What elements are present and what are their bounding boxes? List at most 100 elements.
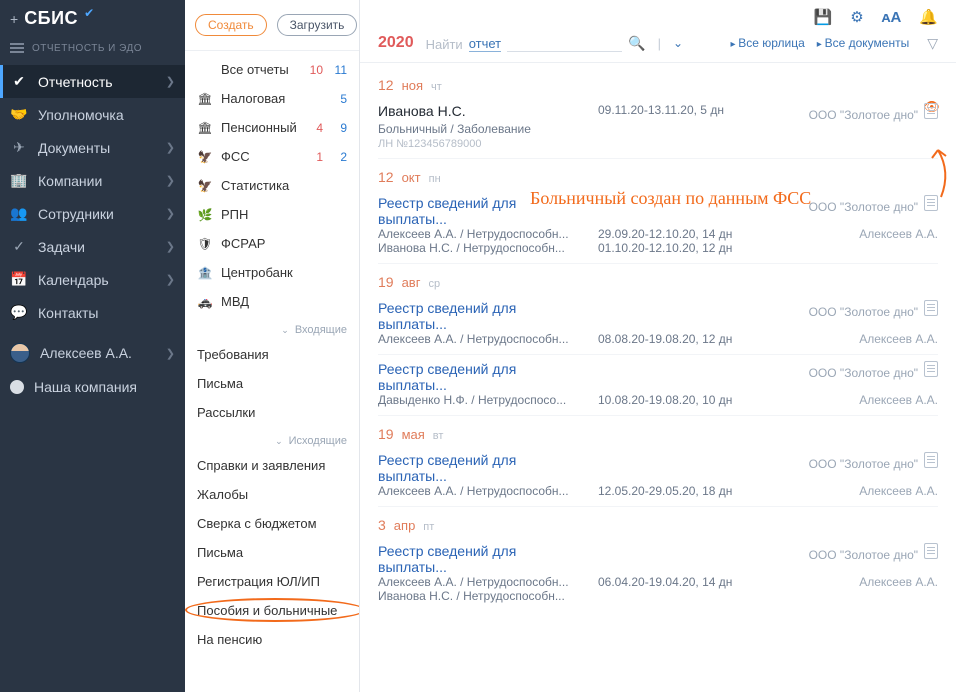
nav-label: Контакты xyxy=(38,305,175,321)
list-item[interactable]: Реестр сведений для выплаты... ООО "Золо… xyxy=(378,537,938,611)
list-item[interactable]: Реестр сведений для выплаты... ООО "Золо… xyxy=(378,355,938,416)
filter-item[interactable]: Все отчеты 10 11 xyxy=(185,55,359,84)
chevron-right-icon: ❯ xyxy=(166,240,175,253)
outbox-item[interactable]: Регистрация ЮЛ/ИП xyxy=(185,567,359,596)
filter-item[interactable]: 🚓 МВД xyxy=(185,287,359,316)
sidebar-item[interactable]: ✓ Задачи ❯ xyxy=(0,230,185,263)
entry-title[interactable]: Реестр сведений для выплаты... xyxy=(378,361,588,393)
inbox-item[interactable]: Рассылки xyxy=(185,398,359,427)
filter-item[interactable]: 🛡 ФСРАР xyxy=(185,229,359,258)
sidebar-item[interactable]: 📅 Календарь ❯ xyxy=(0,263,185,296)
entry-title[interactable]: Реестр сведений для выплаты... xyxy=(378,452,588,484)
nav-icon: ✓ xyxy=(10,238,28,255)
list-item[interactable]: 👁 Иванова Н.С. 09.11.20-13.11.20, 5 дн О… xyxy=(378,97,938,159)
brand-subtitle-row[interactable]: ОТЧЕТНОСТЬ И ЭДО xyxy=(0,37,185,65)
crumb-documents[interactable]: Все документы xyxy=(817,36,909,50)
filter-count-blue: 5 xyxy=(331,92,347,106)
list-item[interactable]: Реестр сведений для выплаты... ООО "Золо… xyxy=(378,189,938,264)
nav-icon: 📅 xyxy=(10,271,28,288)
inbox-item[interactable]: Требования xyxy=(185,340,359,369)
entry-title[interactable]: Реестр сведений для выплаты... xyxy=(378,543,588,575)
filter-icon: 🏛 xyxy=(197,121,213,135)
filter-item[interactable]: 🏛 Налоговая 5 xyxy=(185,84,359,113)
outbox-item[interactable]: Письма xyxy=(185,538,359,567)
year-filter[interactable]: 2020 xyxy=(378,34,414,52)
outbox-item[interactable]: Справки и заявления xyxy=(185,451,359,480)
create-button[interactable]: Создать xyxy=(195,14,267,36)
inbox-item[interactable]: Письма xyxy=(185,369,359,398)
outbox-item[interactable]: Сверка с бюджетом xyxy=(185,509,359,538)
entry-title: Иванова Н.С. xyxy=(378,103,588,119)
filter-icon[interactable]: ▽ xyxy=(927,35,938,52)
font-size-icon[interactable]: ᴀA xyxy=(882,9,902,26)
left-sidebar: + СБИС ✔ ОТЧЕТНОСТЬ И ЭДО ✔ Отчетность ❯… xyxy=(0,0,185,692)
list-item[interactable]: Реестр сведений для выплаты... ООО "Золо… xyxy=(378,446,938,507)
nav-icon: ✔ xyxy=(10,73,28,90)
filter-item[interactable]: 🏛 Пенсионный 4 9 xyxy=(185,113,359,142)
list-item[interactable]: Реестр сведений для выплаты... ООО "Золо… xyxy=(378,294,938,355)
nav-label: Задачи xyxy=(38,239,156,255)
nav-label: Отчетность xyxy=(38,74,156,90)
filter-column: Создать Загрузить Все отчеты 10 11🏛 Нало… xyxy=(185,0,360,692)
sidebar-item[interactable]: ✔ Отчетность ❯ xyxy=(0,65,185,98)
sidebar-item[interactable]: 🤝 Уполномочка xyxy=(0,98,185,131)
entry-title[interactable]: Реестр сведений для выплаты... xyxy=(378,195,588,227)
logo[interactable]: + СБИС ✔ xyxy=(0,0,185,37)
gear-icon[interactable]: ⚙ xyxy=(850,8,863,26)
chevron-right-icon: ❯ xyxy=(166,75,175,88)
filter-item[interactable]: 🌿 РПН xyxy=(185,200,359,229)
filter-label: Центробанк xyxy=(221,265,303,280)
avatar-icon xyxy=(10,343,30,363)
search-label: Найти xyxy=(426,37,463,52)
outbox-item[interactable]: На пенсию xyxy=(185,625,359,654)
notification-icon[interactable]: 🔔 xyxy=(919,8,938,26)
entry-title[interactable]: Реестр сведений для выплаты... xyxy=(378,300,588,332)
entry-period: 09.11.20-13.11.20, 5 дн xyxy=(598,103,778,117)
filter-item[interactable]: 🏦 Центробанк xyxy=(185,258,359,287)
filter-icon: 🏛 xyxy=(197,92,213,106)
save-icon[interactable]: 💾 xyxy=(814,8,833,26)
chevron-right-icon: ❯ xyxy=(166,207,175,220)
sidebar-org[interactable]: Наша компания xyxy=(0,371,185,403)
filter-count-red: 4 xyxy=(311,121,323,135)
filter-item[interactable]: 🦅 Статистика xyxy=(185,171,359,200)
entry-author: Алексеев А.А. xyxy=(859,227,938,241)
entry-org: ООО "Золотое дно" xyxy=(809,200,918,214)
sidebar-item[interactable]: 💬 Контакты xyxy=(0,296,185,329)
chevron-right-icon: ❯ xyxy=(166,141,175,154)
filter-item[interactable]: 🦅 ФСС 1 2 xyxy=(185,142,359,171)
sidebar-item[interactable]: 🏢 Компании ❯ xyxy=(0,164,185,197)
group-incoming[interactable]: ⌄ Входящие xyxy=(185,316,359,340)
nav-icon: ✈ xyxy=(10,139,28,156)
filter-label: ФСРАР xyxy=(221,236,303,251)
date-header: 19 мая вт xyxy=(378,426,938,442)
outbox-item[interactable]: Жалобы xyxy=(185,480,359,509)
group-outgoing[interactable]: ⌄ Исходящие xyxy=(185,427,359,451)
filter-icon: 🏦 xyxy=(197,266,213,280)
filter-label: РПН xyxy=(221,207,303,222)
filter-count-red: 10 xyxy=(310,63,323,77)
entry-code: ЛН №123456789000 xyxy=(378,138,938,150)
sidebar-user[interactable]: Алексеев А.А. ❯ xyxy=(0,335,185,371)
main-panel: 💾 ⚙ ᴀA 🔔 2020 Найти отчет 🔍 | ⌄ Все юрли… xyxy=(360,0,956,692)
search-wrap: Найти отчет 🔍 xyxy=(426,35,646,52)
search-input[interactable] xyxy=(507,38,622,52)
menu-icon[interactable] xyxy=(10,41,24,55)
sidebar-item[interactable]: 👥 Сотрудники ❯ xyxy=(0,197,185,230)
nav-label: Компании xyxy=(38,173,156,189)
date-header: 12 ноя чт xyxy=(378,77,938,93)
sidebar-item[interactable]: ✈ Документы ❯ xyxy=(0,131,185,164)
search-icon[interactable]: 🔍 xyxy=(628,35,645,52)
outbox-item[interactable]: Пособия и больничные xyxy=(185,596,359,625)
filter-icon: 🌿 xyxy=(197,208,213,222)
brand-subtitle: ОТЧЕТНОСТЬ И ЭДО xyxy=(32,43,142,54)
nav-label: Документы xyxy=(38,140,156,156)
chevron-down-icon[interactable]: ⌄ xyxy=(673,36,683,50)
filter-count-blue: 11 xyxy=(331,63,347,77)
upload-button[interactable]: Загрузить xyxy=(277,14,358,36)
filter-label: Пенсионный xyxy=(221,120,303,135)
search-hint[interactable]: отчет xyxy=(469,36,501,52)
crumb-entities[interactable]: Все юрлица xyxy=(730,36,804,50)
user-name: Алексеев А.А. xyxy=(40,345,156,361)
bird-icon: ✔ xyxy=(84,6,94,20)
